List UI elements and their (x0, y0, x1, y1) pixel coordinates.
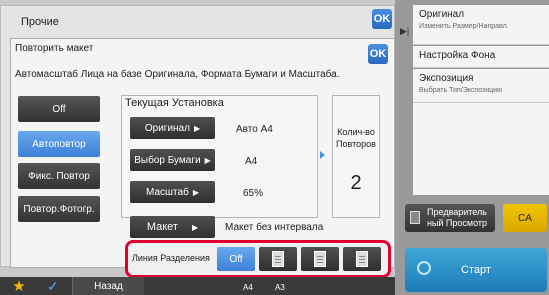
inner-dialog-description: Автомасштаб Лица на базе Оригинала, Форм… (15, 69, 340, 80)
inner-dialog-title: Повторить макет (15, 43, 94, 54)
layout-button[interactable]: Макет ▶ (130, 216, 215, 238)
inner-ok-button[interactable]: OK (368, 44, 388, 64)
right-original-subtitle: Изменить Размер/Направл. (419, 23, 509, 30)
separator-single-page-icon (272, 251, 284, 267)
right-original-item[interactable]: Оригинал Изменить Размер/Направл. (413, 5, 549, 45)
arrow-right-icon: ▶ (192, 187, 199, 197)
right-panel-empty-area (413, 103, 549, 195)
separator-off-button[interactable]: Off (217, 247, 255, 271)
layout-button-label: Макет (146, 221, 178, 233)
mode-fixed-repeat-button[interactable]: Фикс. Повтор (18, 163, 100, 189)
scale-button[interactable]: Масштаб ▶ (130, 181, 215, 203)
current-settings-title: Текущая Установка (125, 97, 224, 109)
arrow-right-icon: ▶ (204, 155, 211, 165)
mode-off-button[interactable]: Off (18, 96, 100, 122)
arrow-right-icon: ▶ (193, 123, 201, 133)
separator-corner-page-icon (356, 251, 368, 267)
preview-icon (410, 211, 420, 224)
paper-select-label: Выбор Бумаги (134, 154, 201, 166)
right-exposure-item[interactable]: Экспозиция Выбрать Тип/Экспозицию (413, 69, 549, 103)
triangle-right-icon (320, 151, 325, 159)
scale-button-label: Масштаб (146, 186, 189, 198)
separator-double-page-icon (314, 251, 326, 267)
check-icon[interactable]: ✓ (38, 277, 68, 295)
start-icon (417, 261, 431, 275)
right-background-item[interactable]: Настройка Фона (413, 46, 549, 68)
original-value: Авто A4 (236, 124, 273, 135)
back-button[interactable]: Назад (72, 277, 144, 295)
layout-value: Макет без интервала (225, 222, 324, 233)
page-size-label: A4 (243, 283, 253, 292)
mode-photo-repeat-button[interactable]: Повтор.Фотогр. (18, 196, 100, 222)
repeat-count-box[interactable] (332, 95, 380, 218)
repeat-count-label: Колич-во Повторов (336, 127, 376, 149)
separator-line-label: Линия Разделения (132, 253, 210, 263)
right-exposure-title: Экспозиция (419, 73, 474, 84)
star-icon[interactable]: ★ (4, 277, 34, 295)
right-original-title: Оригинал (419, 9, 465, 20)
separator-option-3-button[interactable] (343, 247, 381, 271)
original-button[interactable]: Оригинал ▶ (130, 117, 215, 139)
mode-auto-repeat-button[interactable]: Автоповтор (18, 131, 100, 157)
paper-select-button[interactable]: Выбор Бумаги ▶ (130, 149, 215, 171)
scale-value: 65% (243, 188, 264, 199)
original-button-label: Оригинал (144, 122, 190, 134)
separator-option-2-button[interactable] (301, 247, 339, 271)
outer-dialog-title: Прочие (21, 16, 59, 28)
right-exposure-subtitle: Выбрать Тип/Экспозицию (419, 87, 503, 94)
outer-ok-button[interactable]: OK (372, 9, 392, 29)
arrow-right-icon: ▶ (191, 222, 199, 232)
ca-button[interactable]: CA (503, 204, 547, 232)
paper-value: A4 (245, 156, 258, 167)
repeat-count-value: 2 (350, 172, 362, 194)
play-icon: ▶| (400, 26, 410, 36)
separator-option-1-button[interactable] (259, 247, 297, 271)
right-background-title: Настройка Фона (419, 50, 496, 61)
paper-size-label: A3 (275, 283, 285, 292)
